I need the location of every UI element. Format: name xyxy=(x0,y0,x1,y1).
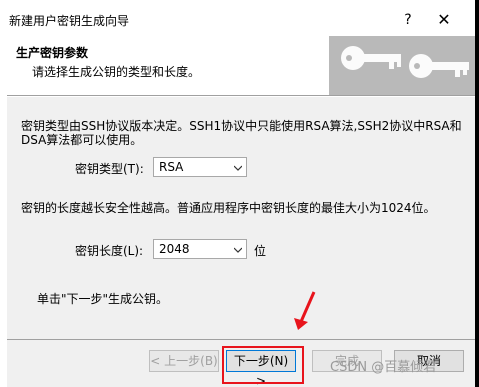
key-type-label: 密钥类型(T): xyxy=(75,162,144,176)
next-button-highlight xyxy=(222,346,304,384)
key-length-value: 2048 xyxy=(159,242,190,256)
page-subheading: 请选择生成公钥的类型和长度。 xyxy=(32,65,201,79)
chevron-down-icon xyxy=(234,165,242,171)
red-arrow-icon xyxy=(294,291,316,330)
key-type-select[interactable]: RSA xyxy=(153,157,247,177)
key-length-label: 密钥长度(L): xyxy=(75,244,144,258)
keys-icon xyxy=(329,36,475,95)
screen-edge xyxy=(475,0,479,387)
help-button[interactable]: ? xyxy=(396,9,420,31)
key-generation-wizard-dialog: 新建用户密钥生成向导 ? ✕ 生产密钥参数 请选择生成公钥的类型和长度。 密钥类… xyxy=(0,0,475,387)
instruction-text: 单击"下一步"生成公钥。 xyxy=(37,292,169,306)
key-length-description: 密钥的长度越长安全性越高。普通应用程序中密钥长度的最佳大小为1024位。 xyxy=(21,201,436,215)
back-button[interactable]: < 上一步(B) xyxy=(149,350,219,372)
key-type-description-line2: DSA算法都可以使用。 xyxy=(21,133,143,147)
title-bar: 新建用户密钥生成向导 ? ✕ xyxy=(0,0,475,36)
chevron-down-icon xyxy=(234,247,242,253)
window-title: 新建用户密钥生成向导 xyxy=(9,14,130,28)
page-heading: 生产密钥参数 xyxy=(16,46,89,60)
key-length-unit: 位 xyxy=(254,244,267,258)
wizard-header: 生产密钥参数 请选择生成公钥的类型和长度。 xyxy=(7,36,475,96)
close-button[interactable]: ✕ xyxy=(432,9,456,31)
watermark: CSDN @百慕倾君 xyxy=(330,360,437,375)
key-type-value: RSA xyxy=(159,160,184,174)
wizard-body: 密钥类型由SSH协议版本决定。SSH1协议中只能使用RSA算法,SSH2协议中R… xyxy=(7,97,475,339)
key-length-select[interactable]: 2048 xyxy=(153,239,247,259)
